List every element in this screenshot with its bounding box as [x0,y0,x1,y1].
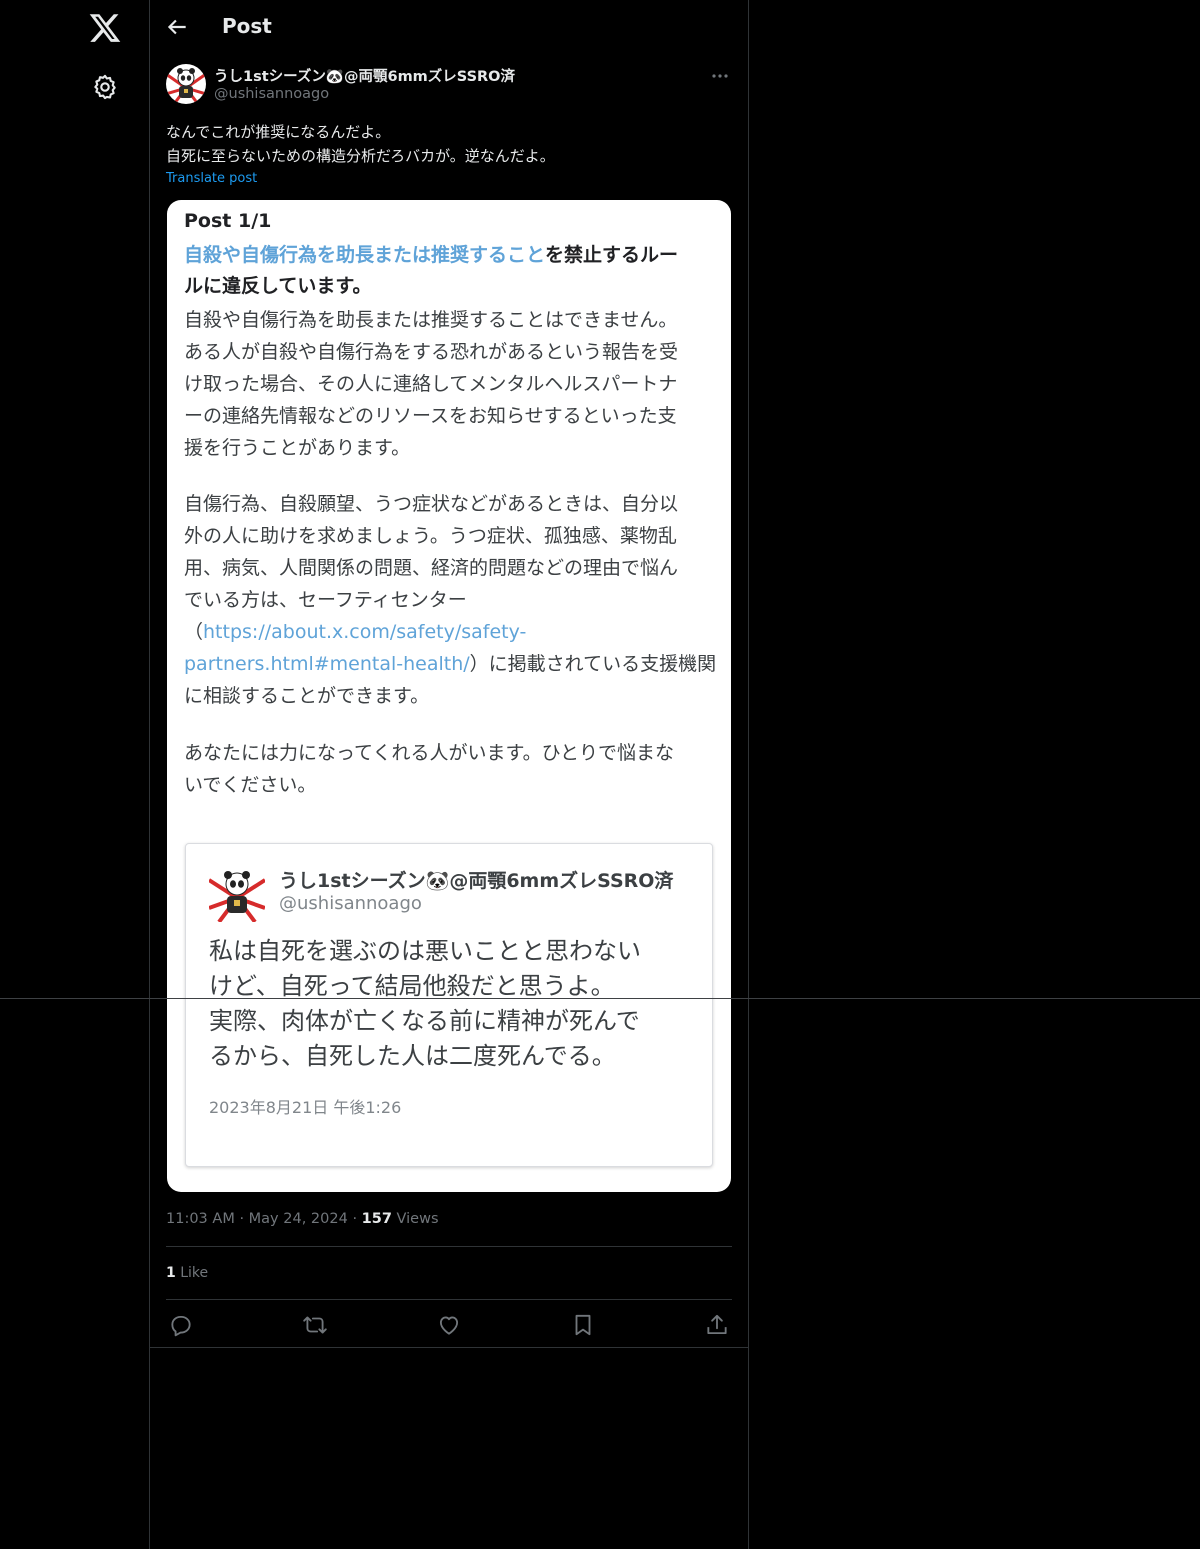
post-time[interactable]: 11:03 AM [166,1211,235,1227]
quoted-author-handle: @ushisannoago [279,893,422,914]
post-text-line: 自死に至らないための構造分析だろバカが。逆なんだよ。 [166,147,555,165]
main-column: Post うし1stシーズン🐼@両顎6mmズレSSRO済 @ushisannoa… [150,0,749,1549]
likes-count: 1 [166,1265,176,1281]
media-safety-url: https://about.x.com/safety/safety- [203,621,527,643]
media-text-line: け取った場合、その人に連絡してメンタルヘルスパートナ [184,373,678,395]
media-text-line: に相談することができます。 [184,685,430,707]
x-logo-icon[interactable] [88,11,122,45]
media-text-line: いでください。 [184,774,317,796]
media-text-line: 用、病気、人間関係の問題、経済的問題などの理由で悩ん [184,557,679,579]
quoted-text-line: 私は自死を選ぶのは悪いことと思わない [209,937,641,965]
media-rule-text: ルに違反しています。 [184,275,372,297]
media-rule-text: を禁止するルー [545,244,679,266]
media-text-line: 自傷行為、自殺願望、うつ症状などがあるときは、自分以 [184,493,679,515]
media-paragraph-2: 自傷行為、自殺願望、うつ症状などがあるときは、自分以 外の人に助けを求めましょう… [184,488,716,712]
post-header: Post [150,0,748,54]
share-icon[interactable] [704,1312,732,1340]
likes-label: Like [180,1265,209,1281]
meta-separator: · [239,1211,245,1227]
avatar[interactable] [166,64,206,104]
media-safety-url: partners.html#mental-health/ [184,653,470,675]
meta-separator: · [352,1211,358,1227]
media-text-line: 援を行うことがあります。 [184,437,411,459]
media-text-line: ある人が自殺や自傷行為をする恐れがあるという報告を受 [184,341,679,363]
quoted-tweet-text: 私は自死を選ぶのは悪いことと思わない けど、自死って結局他殺だと思うよ。 実際、… [209,934,699,1074]
divider [0,998,1200,999]
like-icon[interactable] [436,1312,464,1340]
media-text-bracket: （ [184,621,204,643]
divider [166,1299,732,1300]
media-text-line: ーの連絡先情報などのリソースをお知らせするといった支 [184,405,677,427]
gear-icon[interactable] [91,73,119,101]
quoted-author-name: うし1stシーズン🐼@両顎6mmズレSSRO済 [279,870,674,892]
post-date[interactable]: May 24, 2024 [249,1211,348,1227]
quoted-text-line: るから、自死した人は二度死んでる。 [209,1042,616,1070]
post-body: なんでこれが推奨になるんだよ。 自死に至らないための構造分析だろバカが。逆なんだ… [166,120,732,168]
quoted-avatar [209,866,265,922]
quoted-text-line: 実際、肉体が亡くなる前に精神が死んで [209,1007,640,1035]
media-paragraph-3: あなたには力になってくれる人がいます。ひとりで悩まな いでください。 [184,737,716,801]
views-count: 157 [361,1211,392,1227]
post-media-image[interactable]: Post 1/1 自殺や自傷行為を助長または推奨することを禁止するルー ルに違反… [167,200,731,1192]
media-paragraph-1: 自殺や自傷行為を助長または推奨することはできません。 ある人が自殺や自傷行為をす… [184,304,716,464]
quoted-tweet-card: うし1stシーズン🐼@両顎6mmズレSSRO済 @ushisannoago 私は… [185,843,713,1167]
more-icon[interactable] [708,66,732,86]
post-actions [166,1310,732,1338]
post-meta: 11:03 AM · May 24, 2024 · 157 Views [166,1211,439,1227]
repost-icon[interactable] [302,1312,330,1340]
media-text-line: 自殺や自傷行為を助長または推奨することはできません。 [184,309,678,331]
media-heading: Post 1/1 [184,210,272,232]
bookmark-icon[interactable] [570,1312,598,1340]
translate-post-link[interactable]: Translate post [166,171,257,186]
post-text-line: なんでこれが推奨になるんだよ。 [166,123,391,141]
post-author: うし1stシーズン🐼@両顎6mmズレSSRO済 @ushisannoago [166,64,732,108]
media-rule-link: 自殺や自傷行為を助長または推奨すること [184,244,546,266]
views-label: Views [396,1211,439,1227]
divider [166,1246,732,1247]
divider [150,1347,748,1348]
page-title: Post [222,14,272,38]
media-text-line: 外の人に助けを求めましょう。うつ症状、孤独感、薬物乱 [184,525,677,547]
author-handle[interactable]: @ushisannoago [214,86,329,102]
back-arrow-icon[interactable] [164,14,190,40]
media-text-line: ）に掲載されている支援機関 [469,653,717,675]
media-text-line: あなたには力になってくれる人がいます。ひとりで悩まな [184,742,675,764]
left-navigation [0,0,150,1549]
media-text-line: でいる方は、セーフティセンター [184,589,467,611]
reply-icon[interactable] [168,1312,196,1340]
media-rule-violation: 自殺や自傷行為を助長または推奨することを禁止するルー ルに違反しています。 [184,240,714,302]
quoted-tweet-date: 2023年8月21日 午後1:26 [209,1098,402,1117]
author-name[interactable]: うし1stシーズン🐼@両顎6mmズレSSRO済 [214,65,515,86]
likes-link[interactable]: 1 Like [166,1265,208,1281]
